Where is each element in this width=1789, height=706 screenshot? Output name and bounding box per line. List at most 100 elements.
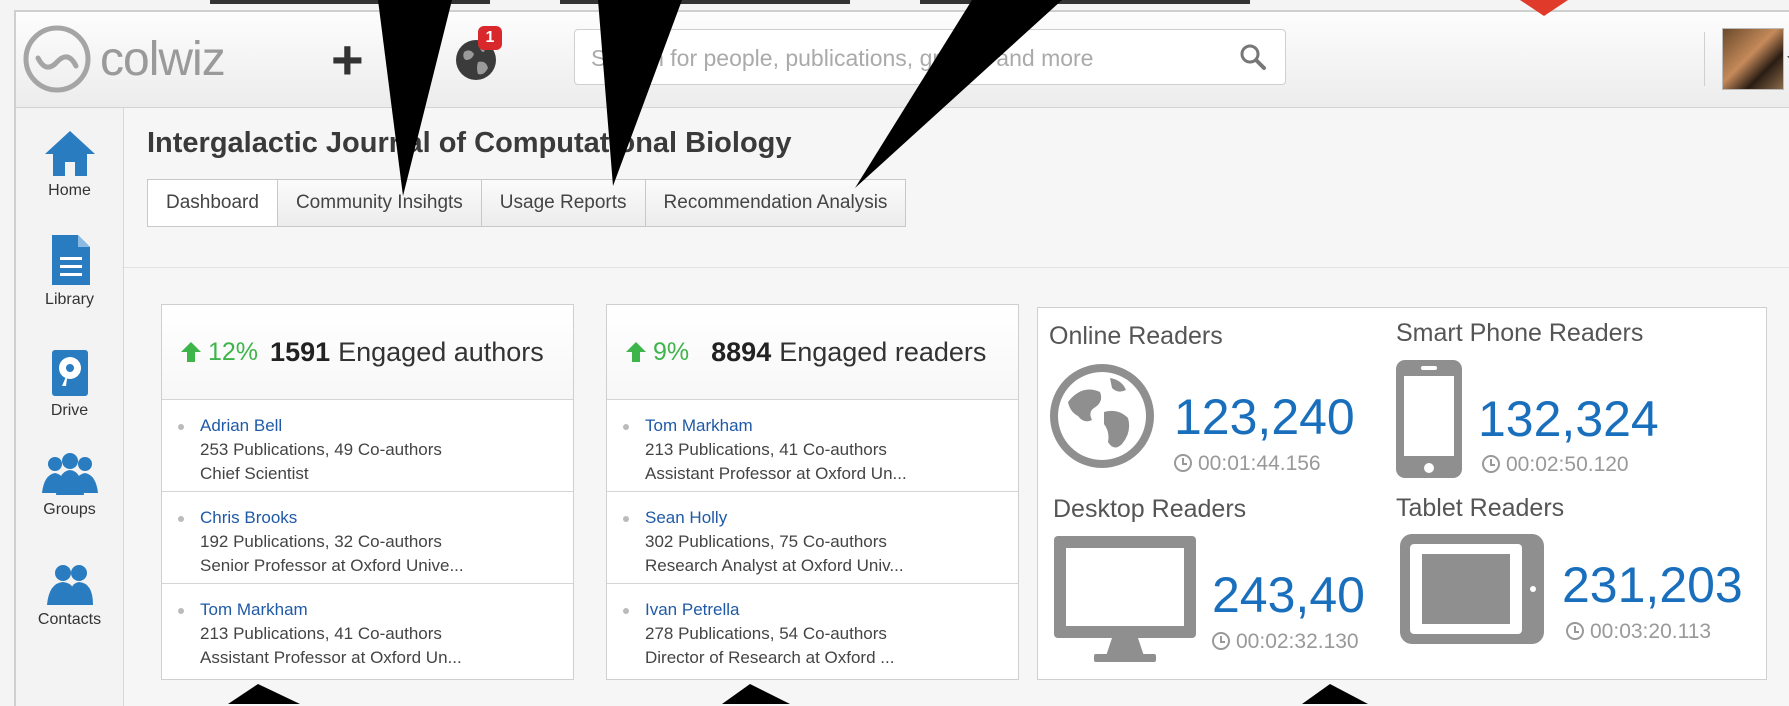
arrow-up-icon: [626, 342, 646, 362]
phone-readers-value: 132,324: [1478, 391, 1659, 447]
change-percent: 9%: [653, 337, 690, 366]
tab-usage-reports[interactable]: Usage Reports: [480, 179, 646, 227]
person-stats: 302 Publications, 75 Co-authors: [645, 532, 887, 551]
tab-community-insights[interactable]: Community Insihgts: [276, 179, 482, 227]
callout-box: [920, 0, 1250, 4]
smartphone-icon: [1396, 360, 1462, 478]
sidebar-item-home[interactable]: Home: [16, 128, 123, 200]
list-item: Sean Holly 302 Publications, 75 Co-autho…: [607, 492, 1018, 584]
arrow-up-icon: [181, 342, 201, 362]
header-divider: [1704, 32, 1705, 86]
clock-icon: [1566, 622, 1584, 640]
tablet-readers-label: Tablet Readers: [1396, 494, 1565, 522]
engaged-count: 1591: [270, 336, 331, 367]
bullet: [623, 608, 629, 614]
card-header: 9% 8894 Engaged readers: [607, 305, 1018, 400]
sidebar-item-drive[interactable]: Drive: [16, 348, 123, 420]
page-title: Intergalactic Journal of Computational B…: [147, 127, 792, 159]
list-item: Tom Markham 213 Publications, 41 Co-auth…: [607, 400, 1018, 492]
desktop-icon: [1054, 536, 1196, 662]
header-divider-line: [122, 267, 1789, 268]
person-name-link[interactable]: Tom Markham: [200, 598, 573, 622]
sidebar: Home Library Drive Groups Contacts: [16, 108, 124, 706]
card-header: 12% 1591 Engaged authors: [162, 305, 573, 400]
sidebar-item-label: Drive: [50, 402, 89, 419]
phone-readers-time: 00:02:50.120: [1482, 453, 1629, 477]
contacts-icon: [46, 565, 93, 605]
sidebar-item-label: Groups: [43, 501, 96, 518]
clock-icon: [1482, 455, 1500, 473]
callout-box: [560, 0, 850, 4]
callout-box: [210, 0, 490, 4]
person-name-link[interactable]: Chris Brooks: [200, 506, 573, 530]
engaged-authors-card: 12% 1591 Engaged authors Adrian Bell 253…: [161, 304, 574, 680]
search-box[interactable]: [574, 29, 1286, 86]
person-stats: 278 Publications, 54 Co-authors: [645, 624, 887, 643]
tablet-readers-value: 231,203: [1562, 557, 1743, 613]
sidebar-item-library[interactable]: Library: [16, 233, 123, 309]
logo-icon: [23, 25, 91, 93]
online-readers-time: 00:01:44.156: [1174, 452, 1321, 476]
engaged-label: Engaged authors: [338, 336, 544, 367]
bullet: [623, 424, 629, 430]
add-button[interactable]: +: [331, 32, 364, 88]
tab-dashboard[interactable]: Dashboard: [147, 179, 278, 227]
person-name-link[interactable]: Sean Holly: [645, 506, 1018, 530]
time-value: 00:02:32.130: [1236, 630, 1359, 653]
clock-icon: [1212, 632, 1230, 650]
bullet: [178, 424, 184, 430]
sidebar-item-groups[interactable]: Groups: [16, 453, 123, 519]
person-stats: 213 Publications, 41 Co-authors: [645, 440, 887, 459]
person-role: Senior Professor at Oxford Unive...: [200, 556, 464, 575]
tab-recommendation-analysis[interactable]: Recommendation Analysis: [644, 179, 907, 227]
time-value: 00:02:50.120: [1506, 453, 1629, 476]
logo[interactable]: colwiz: [22, 24, 226, 94]
list-item: Adrian Bell 253 Publications, 49 Co-auth…: [162, 400, 573, 492]
sidebar-item-label: Library: [45, 291, 94, 308]
notification-badge[interactable]: 1: [478, 26, 502, 50]
desktop-readers-time: 00:02:32.130: [1212, 630, 1359, 654]
list-item: Chris Brooks 192 Publications, 32 Co-aut…: [162, 492, 573, 584]
top-bar: colwiz + 1: [16, 12, 1789, 108]
platform-readers-card: Online Readers 123,240 00:01:44.156 Smar…: [1037, 307, 1767, 680]
engaged-readers-card: 9% 8894 Engaged readers Tom Markham 213 …: [606, 304, 1019, 680]
library-icon: [51, 235, 90, 285]
globe-icon: [1050, 364, 1154, 468]
sidebar-item-label: Contacts: [37, 611, 102, 628]
engaged-label: Engaged readers: [779, 336, 987, 367]
person-role: Research Analyst at Oxford Univ...: [645, 556, 904, 575]
desktop-readers-label: Desktop Readers: [1053, 495, 1247, 523]
person-name-link[interactable]: Ivan Petrella: [645, 598, 1018, 622]
search-input[interactable]: [589, 30, 1233, 86]
person-name-link[interactable]: Adrian Bell: [200, 414, 573, 438]
desktop-readers-value: 243,40: [1212, 567, 1365, 623]
tablet-readers-time: 00:03:20.113: [1566, 620, 1711, 644]
list-item: Ivan Petrella 278 Publications, 54 Co-au…: [607, 584, 1018, 676]
change-percent: 12%: [208, 337, 259, 366]
person-stats: 192 Publications, 32 Co-authors: [200, 532, 442, 551]
sidebar-item-contacts[interactable]: Contacts: [16, 563, 123, 629]
tab-bar: Dashboard Community Insihgts Usage Repor…: [147, 179, 907, 227]
tablet-icon: [1400, 534, 1544, 644]
bullet: [178, 608, 184, 614]
person-stats: 253 Publications, 49 Co-authors: [200, 440, 442, 459]
clock-icon: [1174, 454, 1192, 472]
person-name-link[interactable]: Tom Markham: [645, 414, 1018, 438]
time-value: 00:03:20.113: [1590, 620, 1712, 643]
logo-text: colwiz: [100, 32, 226, 86]
person-stats: 213 Publications, 41 Co-authors: [200, 624, 442, 643]
groups-icon: [41, 453, 98, 495]
engaged-count: 8894: [711, 336, 772, 367]
person-role: Assistant Professor at Oxford Un...: [200, 648, 462, 667]
person-role: Director of Research at Oxford ...: [645, 648, 895, 667]
time-value: 00:01:44.156: [1198, 452, 1321, 475]
person-role: Chief Scientist: [200, 464, 309, 483]
bullet: [178, 516, 184, 522]
bullet: [623, 516, 629, 522]
phone-readers-label: Smart Phone Readers: [1396, 319, 1644, 347]
search-icon[interactable]: [1239, 43, 1267, 71]
drive-icon: [51, 350, 88, 396]
user-avatar[interactable]: [1722, 28, 1784, 90]
online-readers-value: 123,240: [1174, 389, 1355, 445]
online-readers-label: Online Readers: [1049, 322, 1223, 350]
